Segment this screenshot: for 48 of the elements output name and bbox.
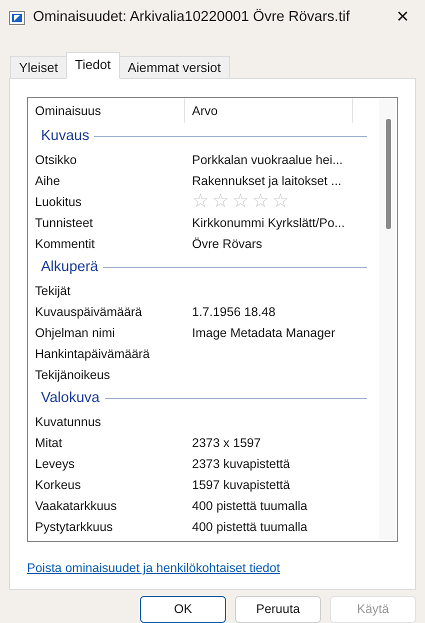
star-icon: ☆ [272, 192, 289, 212]
property-name: Kommentit [35, 236, 95, 250]
property-value: 1597 kuvapistettä [192, 478, 290, 492]
group-heading: Kuvaus [41, 126, 90, 146]
dialog-button[interactable]: OK [140, 596, 226, 623]
property-value: 400 pistettä tuumalla [192, 520, 308, 534]
star-icon: ☆ [252, 192, 269, 212]
property-value: Övre Rövars [192, 236, 262, 250]
tab[interactable]: Tiedot [66, 52, 120, 80]
tab[interactable]: Aiemmat versiot [118, 56, 230, 80]
property-name: Pystytarkkuus [35, 520, 113, 534]
property-name: Otsikko [35, 152, 77, 166]
property-value: 2373 x 1597 [192, 436, 261, 450]
property-value: Image Metadata Manager [192, 326, 336, 340]
property-name: Ohjelman nimi [35, 326, 115, 340]
star-icon: ☆ [232, 192, 249, 212]
scrollbar-thumb[interactable] [386, 119, 390, 230]
property-name: Tekijät [35, 284, 70, 298]
property-name: Leveys [35, 456, 75, 470]
image-file-icon [9, 10, 25, 25]
scrollbar[interactable] [379, 98, 397, 542]
dialog-button[interactable]: Peruuta [235, 596, 321, 623]
window-title: Ominaisuudet: Arkivalia10220001 Övre Rövars.tif [33, 8, 351, 27]
property-name: Hankintapäivämäärä [35, 346, 150, 360]
property-name: Kuvatunnus [35, 414, 102, 428]
property-name: Vaakatarkkuus [35, 498, 117, 512]
property-value: Rakennukset ja laitokset ... [192, 174, 342, 188]
property-value: 2373 kuvapistettä [192, 456, 290, 470]
property-value: 400 pistettä tuumalla [192, 498, 308, 512]
star-icon: ☆ [192, 192, 209, 212]
property-name: Luokitus [35, 194, 82, 208]
property-name: Korkeus [35, 478, 81, 492]
close-button[interactable]: ✕ [390, 10, 415, 26]
property-name: Kuvauspäivämäärä [35, 304, 142, 318]
property-name: Tekijänoikeus [35, 368, 110, 382]
remove-properties-link[interactable]: Poista ominaisuudet ja henkilökohtaiset tiedot [27, 561, 280, 576]
group-heading: Alkuperä [41, 258, 98, 276]
property-name: Tunnisteet [35, 216, 93, 230]
star-icon: ☆ [212, 192, 229, 212]
property-value: Porkkalan vuokraalue hei... [192, 152, 343, 166]
group-heading: Valokuva [41, 388, 100, 408]
property-value: Kirkkonummi Kyrkslätt/Po... [192, 216, 345, 230]
column-header[interactable]: Arvo [185, 98, 353, 124]
tab[interactable]: Yleiset [10, 56, 68, 80]
property-value: 1.7.1956 18.48 [192, 304, 276, 318]
property-name: Aihe [35, 174, 60, 188]
property-name: Mitat [35, 436, 62, 450]
column-header[interactable]: Ominaisuus [28, 98, 185, 124]
